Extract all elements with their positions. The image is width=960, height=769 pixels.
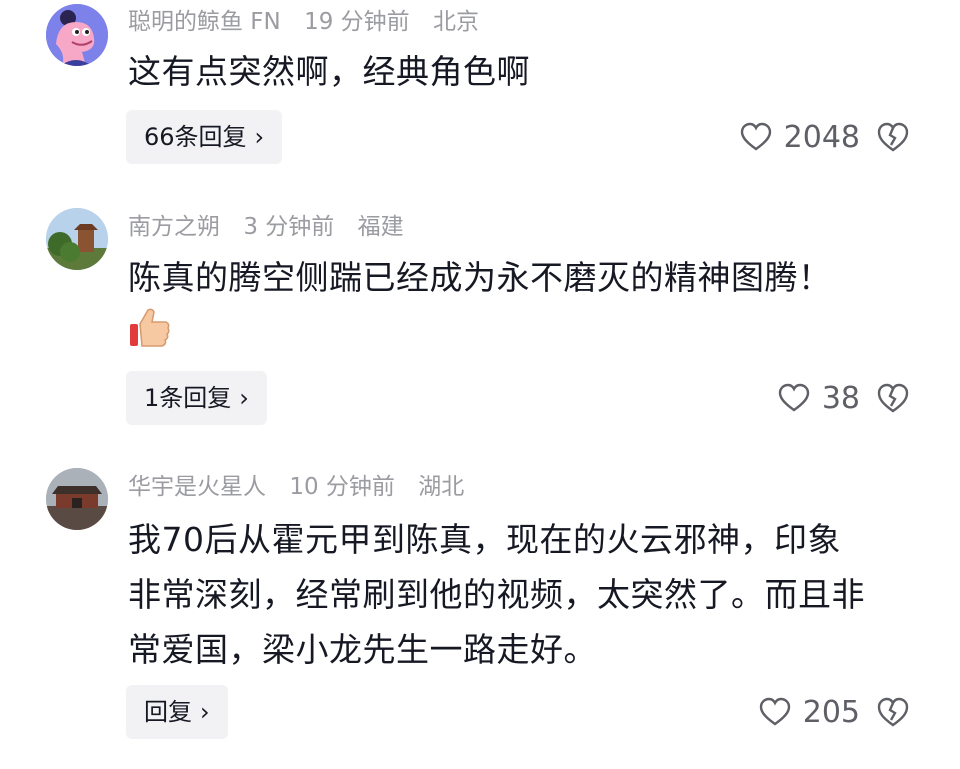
heart-icon: [740, 122, 771, 151]
like-count: 38: [821, 380, 860, 416]
broken-heart-icon: [877, 697, 909, 727]
chevron-right-icon: ›: [200, 698, 210, 726]
comment-meta: 华宇是火星人 10 分钟前 湖北: [128, 472, 480, 502]
view-replies-button[interactable]: 66条回复 ›: [126, 110, 283, 164]
heart-icon: [759, 697, 790, 726]
dislike-button[interactable]: [876, 382, 910, 416]
comment-text: 陈真的腾空侧踹已经成为永不磨灭的精神图腾！: [128, 250, 928, 305]
cartoon-pink-character-avatar-icon: [46, 4, 108, 66]
like-button[interactable]: 2048: [740, 117, 860, 157]
pavilion-photo-avatar-icon: [46, 208, 108, 270]
comment-location: 福建: [357, 214, 404, 240]
broken-heart-icon: [877, 383, 909, 413]
comment-location: 湖北: [418, 474, 465, 500]
chevron-right-icon: ›: [254, 123, 265, 151]
comment-text: 这有点突然啊，经典角色啊: [128, 44, 928, 99]
dislike-button[interactable]: [876, 696, 910, 730]
heart-icon: [778, 383, 810, 412]
like-count: 205: [802, 694, 860, 730]
username[interactable]: 华宇是火星人: [128, 474, 266, 500]
comment-time: 19 分钟前: [304, 9, 410, 35]
avatar[interactable]: [46, 4, 108, 66]
avatar[interactable]: [46, 468, 108, 530]
reply-button[interactable]: 回复 ›: [126, 685, 228, 739]
comment-line: 陈真的腾空侧踹已经成为永不磨灭的精神图腾！: [128, 258, 832, 297]
avatar[interactable]: [46, 208, 108, 270]
comment-time: 10 分钟前: [289, 474, 395, 500]
reply-label: 66条回复: [144, 123, 247, 151]
comment-meta: 南方之朔 3 分钟前 福建: [128, 212, 420, 242]
comment-text: 我70后从霍元甲到陈真，现在的火云邪神，印象 非常深刻，经常刷到他的视频，太突然…: [128, 512, 928, 677]
username[interactable]: 南方之朔: [128, 214, 220, 240]
username[interactable]: 聪明的鲸鱼 FN: [128, 9, 281, 35]
comment-time: 3 分钟前: [243, 214, 335, 240]
reply-label: 回复: [144, 698, 192, 726]
comment-location: 北京: [432, 9, 479, 35]
like-count: 2048: [783, 119, 860, 155]
comment-meta: 聪明的鲸鱼 FN 19 分钟前 北京: [128, 7, 495, 37]
comment-line: 非常深刻，经常刷到他的视频，太突然了。而且非: [128, 575, 865, 614]
broken-heart-icon: [877, 122, 909, 152]
dislike-button[interactable]: [876, 121, 910, 155]
comment-line: 我70后从霍元甲到陈真，现在的火云邪神，印象: [128, 520, 841, 559]
view-replies-button[interactable]: 1条回复 ›: [126, 371, 267, 425]
like-button[interactable]: 205: [759, 692, 860, 732]
chevron-right-icon: ›: [239, 384, 249, 412]
thumbs-up-emoji-icon: [128, 306, 172, 350]
reply-label: 1条回复: [144, 384, 232, 412]
gate-photo-avatar-icon: [46, 468, 108, 530]
like-button[interactable]: 38: [778, 378, 860, 418]
comment-line: 常爱国，梁小龙先生一路走好。: [128, 630, 597, 669]
comment-line: 这有点突然啊，经典角色啊: [128, 52, 530, 91]
